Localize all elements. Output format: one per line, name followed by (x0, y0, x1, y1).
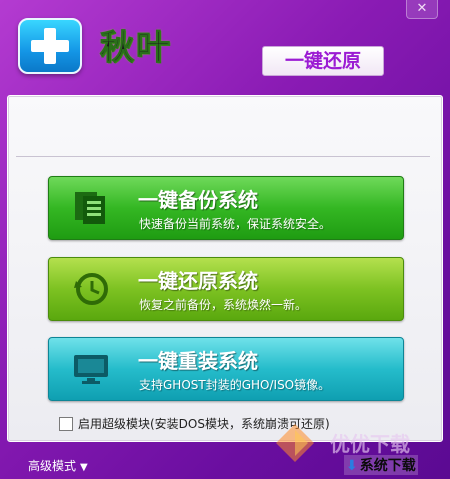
watermark-logo-icon (276, 424, 314, 462)
restore-system-button[interactable]: 一键还原系统 恢复之前备份，系统焕然一新。 (48, 257, 404, 321)
backup-subtitle: 快速备份当前系统，保证系统安全。 (139, 217, 332, 231)
watermark-text: 优优下载 (330, 432, 410, 456)
advanced-mode-label: 高级模式 (28, 459, 77, 473)
app-title: 秋叶 (100, 28, 172, 69)
download-arrow-icon: ⬇ (346, 458, 358, 474)
reinstall-title: 一键重装系统 (138, 349, 258, 373)
plus-icon (18, 18, 82, 74)
reinstall-system-button[interactable]: 一键重装系统 支持GHOST封装的GHO/ISO镜像。 (48, 337, 404, 401)
history-clock-icon (74, 273, 108, 305)
tagline-badge: 一键还原 (262, 46, 384, 76)
restore-subtitle: 恢复之前备份，系统焕然一新。 (139, 298, 308, 312)
system-download-link[interactable]: ⬇ 系统下载 (344, 455, 418, 475)
advanced-mode-dropdown[interactable]: 高级模式 ▼ (28, 457, 88, 474)
monitor-icon (74, 355, 108, 384)
chevron-down-icon: ▼ (80, 462, 88, 473)
close-button[interactable]: ✕ (406, 0, 438, 19)
document-stack-icon (75, 192, 105, 224)
backup-title: 一键备份系统 (138, 188, 258, 212)
divider (16, 156, 430, 157)
backup-system-button[interactable]: 一键备份系统 快速备份当前系统，保证系统安全。 (48, 176, 404, 240)
super-module-checkbox[interactable] (59, 417, 73, 431)
main-panel: 一键备份系统 快速备份当前系统，保证系统安全。 一键还原系统 恢复之前备份，系统… (7, 95, 443, 442)
restore-title: 一键还原系统 (138, 269, 258, 293)
reinstall-subtitle: 支持GHOST封装的GHO/ISO镜像。 (139, 378, 331, 392)
download-label: 系统下载 (359, 458, 416, 474)
